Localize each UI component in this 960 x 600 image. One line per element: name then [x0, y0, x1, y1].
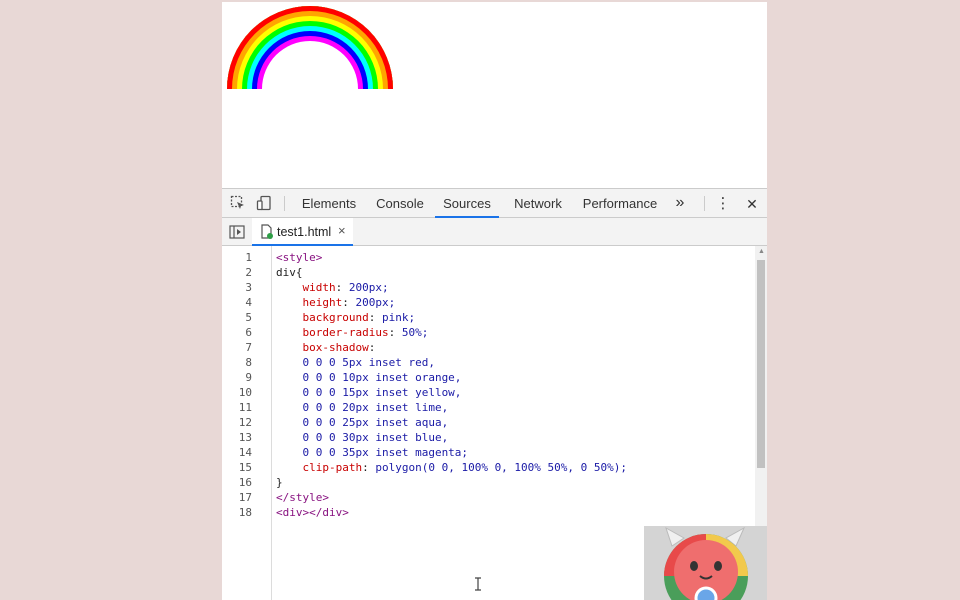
code-line[interactable]: <style>	[276, 251, 322, 264]
code-line[interactable]: 0 0 0 10px inset orange,	[276, 371, 461, 384]
code-line[interactable]: height: 200px;	[276, 296, 396, 309]
code-line[interactable]: 0 0 0 15px inset yellow,	[276, 386, 461, 399]
line-number: 11	[238, 401, 252, 414]
file-icon	[260, 224, 276, 240]
code-line[interactable]: 0 0 0 5px inset red,	[276, 356, 434, 369]
rainbow-semicircle	[227, 6, 393, 89]
code-line[interactable]: background: pink;	[276, 311, 416, 324]
code-line[interactable]: 0 0 0 35px inset magenta;	[276, 446, 468, 459]
device-toolbar-icon[interactable]	[256, 195, 272, 211]
line-number: 12	[238, 416, 252, 429]
code-line[interactable]: 0 0 0 20px inset lime,	[276, 401, 448, 414]
file-tab-test1[interactable]: test1.html ×	[252, 218, 353, 246]
file-tab-label: test1.html	[277, 225, 332, 239]
line-number: 8	[245, 356, 252, 369]
line-number: 4	[245, 296, 252, 309]
mascot-icon	[644, 526, 767, 600]
sources-file-bar: test1.html ×	[222, 218, 767, 246]
tab-console[interactable]: Console	[370, 189, 430, 218]
close-icon[interactable]: ✕	[742, 189, 762, 218]
line-number: 6	[245, 326, 252, 339]
line-number: 5	[245, 311, 252, 324]
tab-network[interactable]: Network	[506, 189, 570, 218]
scrollbar-thumb[interactable]	[757, 260, 765, 468]
line-number: 10	[238, 386, 252, 399]
navigator-toggle-icon[interactable]	[229, 224, 245, 240]
browser-window: Elements Console Sources Network Perform…	[222, 2, 767, 600]
line-number: 7	[245, 341, 252, 354]
line-number: 14	[238, 446, 252, 459]
code-line[interactable]: box-shadow:	[276, 341, 376, 354]
line-number: 13	[238, 431, 252, 444]
code-line[interactable]: clip-path: polygon(0 0, 100% 0, 100% 50%…	[276, 461, 628, 474]
line-number: 15	[238, 461, 252, 474]
code-line[interactable]: 0 0 0 30px inset blue,	[276, 431, 448, 444]
file-tab-close-icon[interactable]: ×	[338, 223, 346, 238]
code-line[interactable]: div{	[276, 266, 303, 279]
text-cursor-icon	[474, 577, 482, 591]
code-line[interactable]: <div></div>	[276, 506, 349, 519]
line-number: 18	[238, 506, 252, 519]
tab-performance[interactable]: Performance	[580, 189, 660, 218]
line-number: 3	[245, 281, 252, 294]
code-line[interactable]: border-radius: 50%;	[276, 326, 429, 339]
line-number: 9	[245, 371, 252, 384]
tab-sources[interactable]: Sources	[435, 189, 499, 218]
code-line[interactable]: 0 0 0 25px inset aqua,	[276, 416, 448, 429]
menu-dots-icon[interactable]: ⋮	[714, 189, 732, 218]
page-viewport	[222, 2, 767, 188]
line-number: 17	[238, 491, 252, 504]
line-number-gutter: 1 2 3 4 5 6 7 8 9 10 11 12 13 14 15 16 17 18	[222, 246, 272, 600]
toolbar-separator	[284, 196, 285, 211]
toolbar-separator	[704, 196, 705, 211]
line-number: 16	[238, 476, 252, 489]
line-number: 1	[245, 251, 252, 264]
tab-elements[interactable]: Elements	[296, 189, 362, 218]
code-line[interactable]: }	[276, 476, 283, 489]
code-line[interactable]: width: 200px;	[276, 281, 389, 294]
line-number: 2	[245, 266, 252, 279]
scroll-up-icon[interactable]: ▲	[758, 248, 765, 255]
inspect-element-icon[interactable]	[230, 195, 246, 211]
devtools-toolbar: Elements Console Sources Network Perform…	[222, 189, 767, 218]
code-line[interactable]: </style>	[276, 491, 329, 504]
more-tabs-icon[interactable]: »	[668, 189, 692, 218]
